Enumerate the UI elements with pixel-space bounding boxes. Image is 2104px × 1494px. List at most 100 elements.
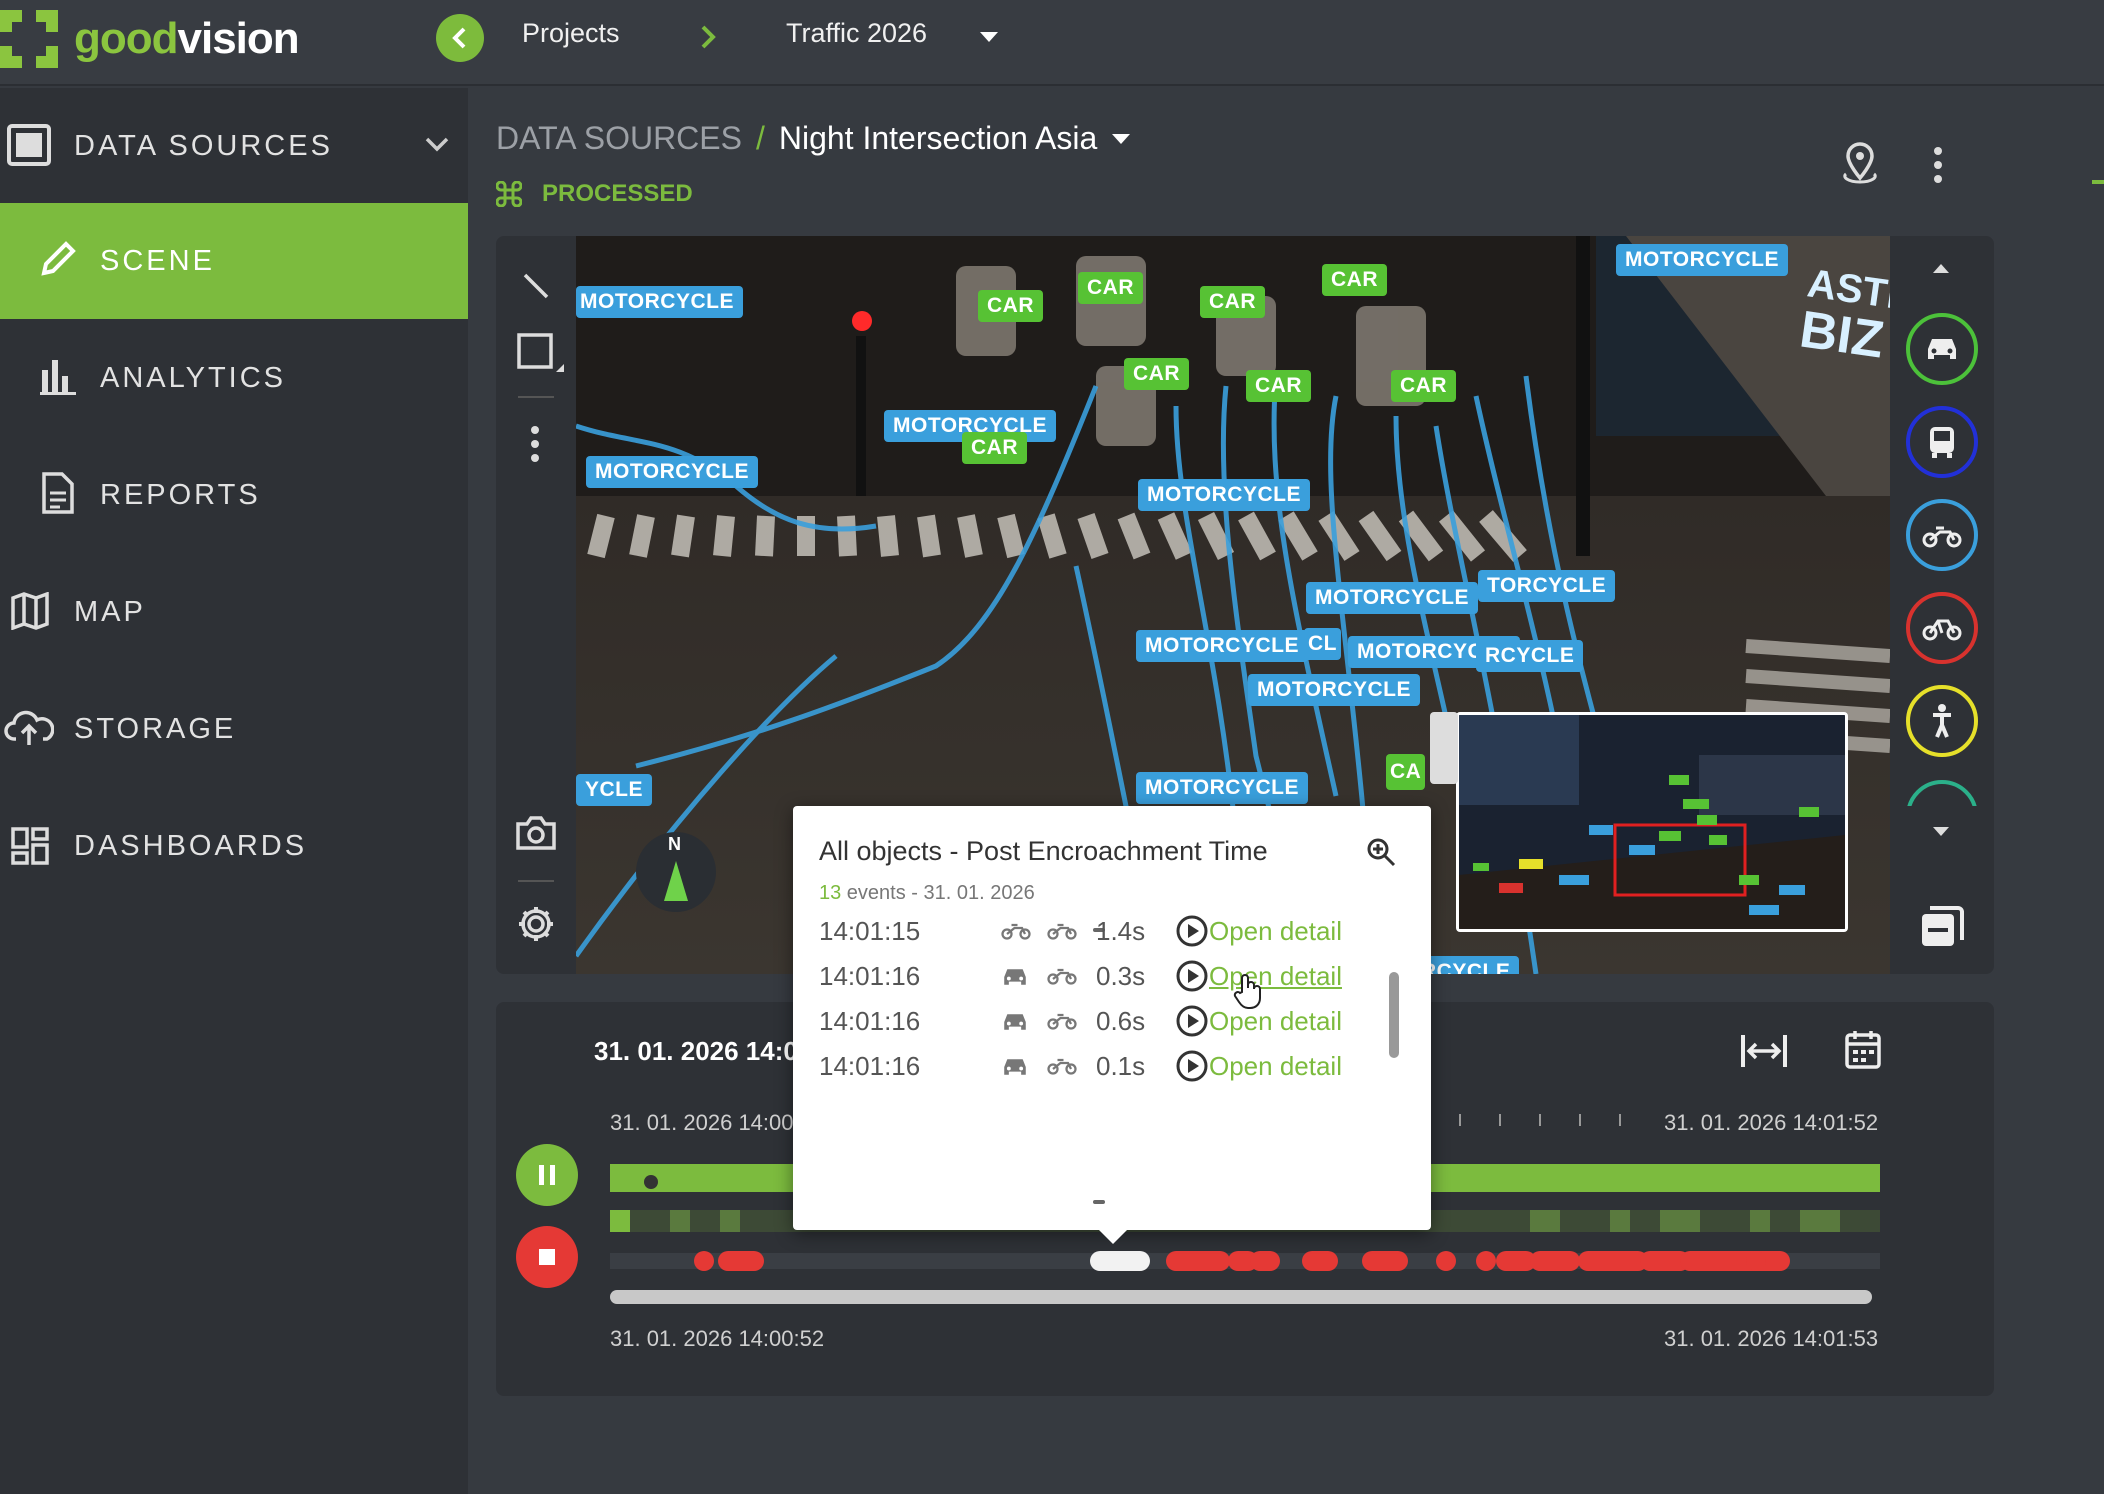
sidebar-item-data-sources[interactable]: DATA SOURCES xyxy=(0,88,468,204)
object-tag[interactable]: RCYCLE xyxy=(1476,640,1584,672)
event-track[interactable] xyxy=(610,1250,1880,1272)
object-tag[interactable]: CAR xyxy=(1322,264,1387,296)
event-value: 0.1s xyxy=(1096,1051,1146,1081)
motorcycle-icon xyxy=(1047,923,1077,940)
more-vertical-icon[interactable] xyxy=(530,426,540,462)
open-detail-link[interactable]: Open detail xyxy=(1209,916,1342,947)
car-icon xyxy=(1928,339,1956,359)
object-tag[interactable]: CL xyxy=(1304,628,1341,660)
motorcycle-filter-button[interactable] xyxy=(1906,499,1978,571)
tool-divider xyxy=(518,396,554,398)
chevron-down-icon[interactable] xyxy=(424,136,450,152)
layers-icon[interactable] xyxy=(1918,904,1966,952)
calendar-icon[interactable] xyxy=(1844,1028,1882,1070)
play-icon[interactable] xyxy=(1175,1049,1209,1083)
object-tag[interactable]: CAR xyxy=(1078,272,1143,304)
car-icon xyxy=(1004,1014,1026,1030)
play-icon[interactable] xyxy=(1175,914,1209,948)
object-tag[interactable]: MOTORCYCLE xyxy=(1306,582,1478,614)
list-fade-bottom xyxy=(1093,1200,1105,1204)
bicycle-filter-button[interactable] xyxy=(1906,592,1978,664)
object-tag[interactable]: CAR xyxy=(1246,370,1311,402)
object-tag[interactable]: MOTORCYCLE xyxy=(576,286,743,318)
object-tag[interactable]: MOTORCYCLE xyxy=(1616,244,1788,276)
object-tag[interactable]: CAR xyxy=(1200,286,1265,318)
pedestrian-filter-button[interactable] xyxy=(1906,685,1978,757)
svg-text:BIZ: BIZ xyxy=(1796,300,1887,369)
line-tool-icon[interactable] xyxy=(522,272,550,300)
monitor-icon xyxy=(7,124,51,166)
play-icon[interactable] xyxy=(1175,959,1209,993)
popup-subtitle: 13 events - 31. 01. 2026 xyxy=(819,882,1035,905)
sidebar-item-label: SCENE xyxy=(100,245,215,277)
pause-button[interactable] xyxy=(516,1144,578,1206)
gear-icon[interactable] xyxy=(516,904,556,944)
scroll-end-label: 31. 01. 2026 14:01:53 xyxy=(1664,1326,1879,1351)
timeline-scrollbar[interactable] xyxy=(610,1290,1872,1304)
location-pin-icon[interactable] xyxy=(1840,142,1880,184)
object-tag[interactable]: CAR xyxy=(978,290,1043,322)
dashboard-icon xyxy=(11,827,49,865)
object-tag[interactable]: MOTORCYCLE xyxy=(1248,674,1420,706)
sidebar-item-scene[interactable]: SCENE xyxy=(0,203,468,319)
back-button[interactable] xyxy=(436,14,484,62)
object-tag[interactable]: CAR xyxy=(1391,370,1456,402)
object-tag[interactable]: MOTORCYCLE xyxy=(1136,772,1308,804)
object-tag[interactable]: MOTORCYCLE xyxy=(586,456,758,488)
object-tag[interactable]: YCLE xyxy=(576,774,653,806)
list-item: 14:01:15 1.4s Open detail xyxy=(819,912,1419,952)
tool-divider xyxy=(518,880,554,882)
minimap-image xyxy=(1459,715,1845,929)
bicycle-icon xyxy=(1922,619,1962,641)
sidebar-item-reports[interactable]: REPORTS xyxy=(0,437,468,553)
sidebar-item-storage[interactable]: STORAGE xyxy=(0,671,468,787)
chevron-right-icon xyxy=(701,25,716,49)
minimap-handle[interactable] xyxy=(1430,712,1458,784)
zoom-in-icon[interactable] xyxy=(1365,836,1397,868)
chevron-up-icon[interactable] xyxy=(1932,262,1950,274)
event-time: 14:01:15 xyxy=(819,916,921,946)
sidebar-item-dashboards[interactable]: DASHBOARDS xyxy=(0,788,468,904)
play-icon[interactable] xyxy=(1175,1004,1209,1038)
object-tag[interactable]: CA xyxy=(1386,754,1426,790)
motorcycle-icon xyxy=(1047,1058,1077,1075)
open-detail-link[interactable]: Open detail xyxy=(1209,961,1342,992)
goodvision-logo[interactable]: goodvision xyxy=(0,4,300,74)
bus-filter-button[interactable] xyxy=(1906,406,1978,478)
breadcrumb-data-sources[interactable]: DATA SOURCES xyxy=(496,120,742,157)
more-vertical-icon[interactable] xyxy=(1932,146,1944,184)
chevron-down-icon[interactable] xyxy=(1932,826,1950,838)
pause-icon xyxy=(539,1165,555,1185)
car-icon xyxy=(1004,969,1026,985)
object-tag[interactable]: CAR xyxy=(1124,358,1189,390)
car-filter-button[interactable] xyxy=(1906,313,1978,385)
rectangle-tool-icon[interactable] xyxy=(516,332,564,376)
status-text: PROCESSED xyxy=(542,180,693,207)
sidebar-item-analytics[interactable]: ANALYTICS xyxy=(0,320,468,436)
object-tag[interactable]: MOTORCYCLE xyxy=(1138,479,1310,511)
stop-button[interactable] xyxy=(516,1226,578,1288)
tool-column xyxy=(496,236,576,974)
breadcrumb: DATA SOURCES / Night Intersection Asia xyxy=(496,120,1131,157)
playhead[interactable] xyxy=(644,1175,658,1189)
stop-icon xyxy=(539,1249,555,1265)
open-detail-link[interactable]: Open detail xyxy=(1209,1051,1342,1082)
sidebar-item-map[interactable]: MAP xyxy=(0,554,468,670)
top-bar: goodvision Projects Traffic 2026 xyxy=(0,0,2104,86)
sidebar-item-label: ANALYTICS xyxy=(100,362,287,394)
object-tag[interactable]: CAR xyxy=(962,432,1027,464)
open-detail-link[interactable]: Open detail xyxy=(1209,1006,1342,1037)
popup-scrollbar[interactable] xyxy=(1389,972,1399,1058)
fit-width-icon[interactable] xyxy=(1740,1032,1788,1070)
camera-icon[interactable] xyxy=(514,814,558,852)
object-tag[interactable]: TORCYCLE xyxy=(1478,570,1616,602)
object-tag[interactable]: MOTORCYCLE xyxy=(1136,630,1308,662)
minimap[interactable] xyxy=(1456,712,1848,932)
range-end-label: 31. 01. 2026 14:01:52 xyxy=(1664,1110,1879,1135)
data-source-name[interactable]: Night Intersection Asia xyxy=(779,120,1097,157)
project-selector[interactable]: Traffic 2026 xyxy=(786,18,927,49)
projects-link[interactable]: Projects xyxy=(522,18,620,49)
chevron-down-icon[interactable] xyxy=(1111,133,1131,145)
map-icon xyxy=(11,592,49,630)
chevron-down-icon[interactable] xyxy=(978,30,1000,44)
